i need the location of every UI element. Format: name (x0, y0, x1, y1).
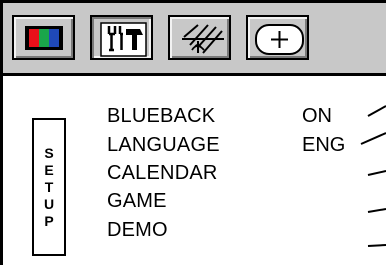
tab-geometry[interactable] (246, 15, 309, 60)
menu-item-demo[interactable]: DEMO (107, 219, 168, 241)
tab-setup[interactable] (90, 15, 153, 60)
menu-item-game[interactable]: GAME (107, 190, 167, 212)
blueback-value: ON (302, 105, 332, 127)
menu-tab-bar (3, 3, 386, 76)
tab-tuning[interactable] (168, 15, 231, 60)
setup-section-label: SETUP (32, 118, 66, 256)
geometry-icon (255, 24, 304, 55)
tab-picture[interactable] (12, 15, 75, 60)
language-value: ENG (302, 134, 346, 156)
menu-item-calendar[interactable]: CALENDAR (107, 162, 218, 184)
menu-item-language[interactable]: LANGUAGE (107, 134, 220, 156)
antenna-icon (182, 24, 224, 54)
menu-item-blueback[interactable]: BLUEBACK (107, 105, 215, 127)
setup-label-text: SETUP (43, 144, 55, 229)
color-bars-icon (25, 26, 63, 50)
tools-icon (100, 22, 147, 57)
